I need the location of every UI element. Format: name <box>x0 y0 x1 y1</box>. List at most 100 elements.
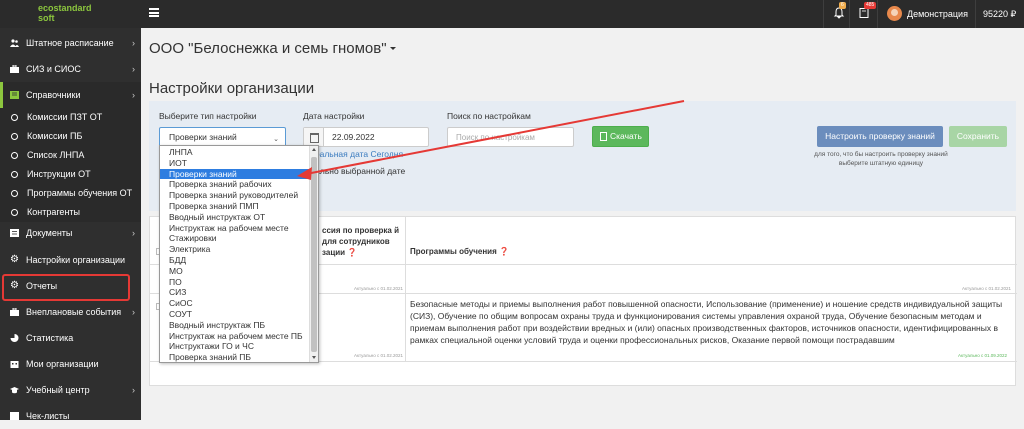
book-icon <box>10 91 19 99</box>
setting-type-dropdown-list[interactable]: ЛНПА ИОТ Проверки знаний Проверка знаний ра… <box>159 145 319 363</box>
scrollbar[interactable] <box>309 146 318 362</box>
sidebar-item-org-settings[interactable]: ⚙ Настройки организации <box>0 247 141 273</box>
briefcase-icon <box>10 308 19 316</box>
sidebar-item-training-center[interactable]: Учебный центр › <box>0 377 141 403</box>
building-icon <box>10 361 19 368</box>
sidebar: Штатное расписание › СИЗ и СИОС › Справо… <box>0 28 141 421</box>
sidebar-subitem-commissions-pb[interactable]: Комиссии ПБ <box>0 127 141 146</box>
date-links: тральная дата Сегодня <box>311 149 403 159</box>
sidebar-item-documents[interactable]: Документы › <box>0 220 141 246</box>
circle-icon <box>11 114 18 121</box>
dropdown-option[interactable]: СОУТ <box>160 309 310 320</box>
column-header-commission: ссия по проверка й для сотрудников зации… <box>322 226 399 257</box>
sidebar-subitem-instructions[interactable]: Инструкции ОТ <box>0 165 141 184</box>
calendar-icon[interactable] <box>304 128 324 146</box>
setting-type-select[interactable]: Проверки знаний ⌄ <box>159 127 286 147</box>
divider <box>975 0 976 28</box>
dropdown-option[interactable]: Проверка знаний ПМП <box>160 201 310 212</box>
dropdown-option[interactable]: Инструктаж на рабочем месте <box>160 223 310 234</box>
sidebar-item-references[interactable]: Справочники › <box>0 82 141 108</box>
page-title: Настройки организации <box>149 80 315 97</box>
circle-icon <box>11 133 18 140</box>
logo[interactable]: ecostandard soft <box>0 0 141 28</box>
dropdown-option[interactable]: Проверка знаний руководителей <box>160 190 310 201</box>
chevron-down-icon: › <box>132 90 135 100</box>
dropdown-option[interactable]: Вводный инструктаж ПБ <box>160 320 310 331</box>
username[interactable]: Демонстрация <box>907 9 968 19</box>
type-label: Выберите тип настройки <box>159 111 257 121</box>
checklist-icon <box>10 412 19 420</box>
actual-date-link[interactable]: тральная дата <box>311 149 368 159</box>
column-divider <box>405 217 406 361</box>
sidebar-item-checklists[interactable]: Чек-листы <box>0 403 141 429</box>
actual-date-note: Актуально с 01.02.2021 <box>354 353 404 358</box>
active-indicator <box>0 82 3 108</box>
chevron-right-icon: › <box>132 307 135 317</box>
help-icon[interactable]: ❓ <box>499 247 509 256</box>
caret-down-icon[interactable] <box>390 47 396 50</box>
scroll-thumb[interactable] <box>311 157 317 352</box>
dropdown-option[interactable]: Проверка знаний рабочих <box>160 179 310 190</box>
organization-selector[interactable]: ООО "Белоснежка и семь гномов" <box>149 40 387 57</box>
dropdown-option[interactable]: Стажировки <box>160 233 310 244</box>
sidebar-item-statistics[interactable]: Статистика <box>0 325 141 351</box>
dropdown-option[interactable]: ИОТ <box>160 158 310 169</box>
dropdown-option[interactable]: СиОС <box>160 298 310 309</box>
dropdown-option[interactable]: ЛНПА <box>160 147 310 158</box>
today-link[interactable]: Сегодня <box>371 149 404 159</box>
tasks-badge: 485 <box>864 2 877 9</box>
circle-icon <box>11 190 18 197</box>
setup-check-button[interactable]: Настроить проверку знаний <box>817 126 943 147</box>
graduation-icon <box>10 387 19 394</box>
notification-badge: 6 <box>839 2 846 9</box>
dropdown-option[interactable]: БДД <box>160 255 310 266</box>
divider <box>849 0 850 28</box>
circle-icon <box>11 209 18 216</box>
actual-date-note: Актуально с 01.02.2021 <box>962 286 1012 291</box>
tasks-icon[interactable]: 485 <box>858 2 877 19</box>
sidebar-item-my-orgs[interactable]: Мои организации <box>0 351 141 377</box>
dropdown-option[interactable]: ПО <box>160 277 310 288</box>
chevron-right-icon: › <box>132 64 135 74</box>
scroll-up-icon[interactable] <box>312 148 316 151</box>
sidebar-subitem-commissions-ot[interactable]: Комиссии ПЗТ ОТ <box>0 108 141 127</box>
dropdown-option[interactable]: Инструктажи ГО и ЧС <box>160 341 310 352</box>
column-header-programs: Программы обучения ❓ <box>410 247 509 256</box>
sidebar-item-ppe[interactable]: СИЗ и СИОС › <box>0 56 141 82</box>
sidebar-subitem-lnpa[interactable]: Список ЛНПА <box>0 146 141 165</box>
actual-date-note: Актуально с 01.09.2022 <box>958 353 1008 358</box>
scroll-down-icon[interactable] <box>312 356 316 359</box>
setup-note: для того, что бы настроить проверку знан… <box>814 151 948 167</box>
gear-icon: ⚙ <box>10 254 19 265</box>
date-label: Дата настройки <box>303 111 365 121</box>
dropdown-option[interactable]: Вводный инструктаж ОТ <box>160 212 310 223</box>
menu-toggle-icon[interactable] <box>149 8 159 17</box>
sidebar-item-unplanned-events[interactable]: Внеплановые события › <box>0 299 141 325</box>
dropdown-option[interactable]: Инструктаж на рабочем месте ПБ <box>160 331 310 342</box>
chevron-right-icon: › <box>132 385 135 395</box>
users-icon <box>10 39 19 47</box>
dropdown-option[interactable]: Проверки знаний <box>160 168 310 180</box>
dropdown-option[interactable]: МО <box>160 266 310 277</box>
documents-icon <box>10 229 19 237</box>
date-hint: уально выбранной дате <box>311 166 406 176</box>
search-input[interactable] <box>447 127 574 147</box>
sidebar-item-staff-schedule[interactable]: Штатное расписание › <box>0 30 141 56</box>
dropdown-option[interactable]: Проверка знаний ПБ <box>160 352 310 362</box>
date-field[interactable]: 22.09.2022 <box>303 127 429 147</box>
bell-icon[interactable]: 6 <box>833 2 846 19</box>
top-bar: ecostandard soft 6 485 Демонстрация 9522… <box>0 0 1024 28</box>
avatar[interactable] <box>887 6 902 21</box>
annotation-highlight-box <box>2 274 130 301</box>
circle-icon <box>11 171 18 178</box>
balance[interactable]: 95220 ₽ <box>983 9 1016 20</box>
chevron-right-icon: › <box>132 38 135 48</box>
save-button[interactable]: Сохранить <box>949 126 1007 147</box>
help-icon[interactable]: ❓ <box>347 248 357 257</box>
circle-icon <box>11 152 18 159</box>
dropdown-option[interactable]: Электрика <box>160 244 310 255</box>
sidebar-subitem-programs[interactable]: Программы обучения ОТ <box>0 184 141 203</box>
programs-cell: Безопасные методы и приемы выполнения ра… <box>410 299 1003 345</box>
download-button[interactable]: Скачать <box>592 126 649 147</box>
dropdown-option[interactable]: СИЗ <box>160 287 310 298</box>
